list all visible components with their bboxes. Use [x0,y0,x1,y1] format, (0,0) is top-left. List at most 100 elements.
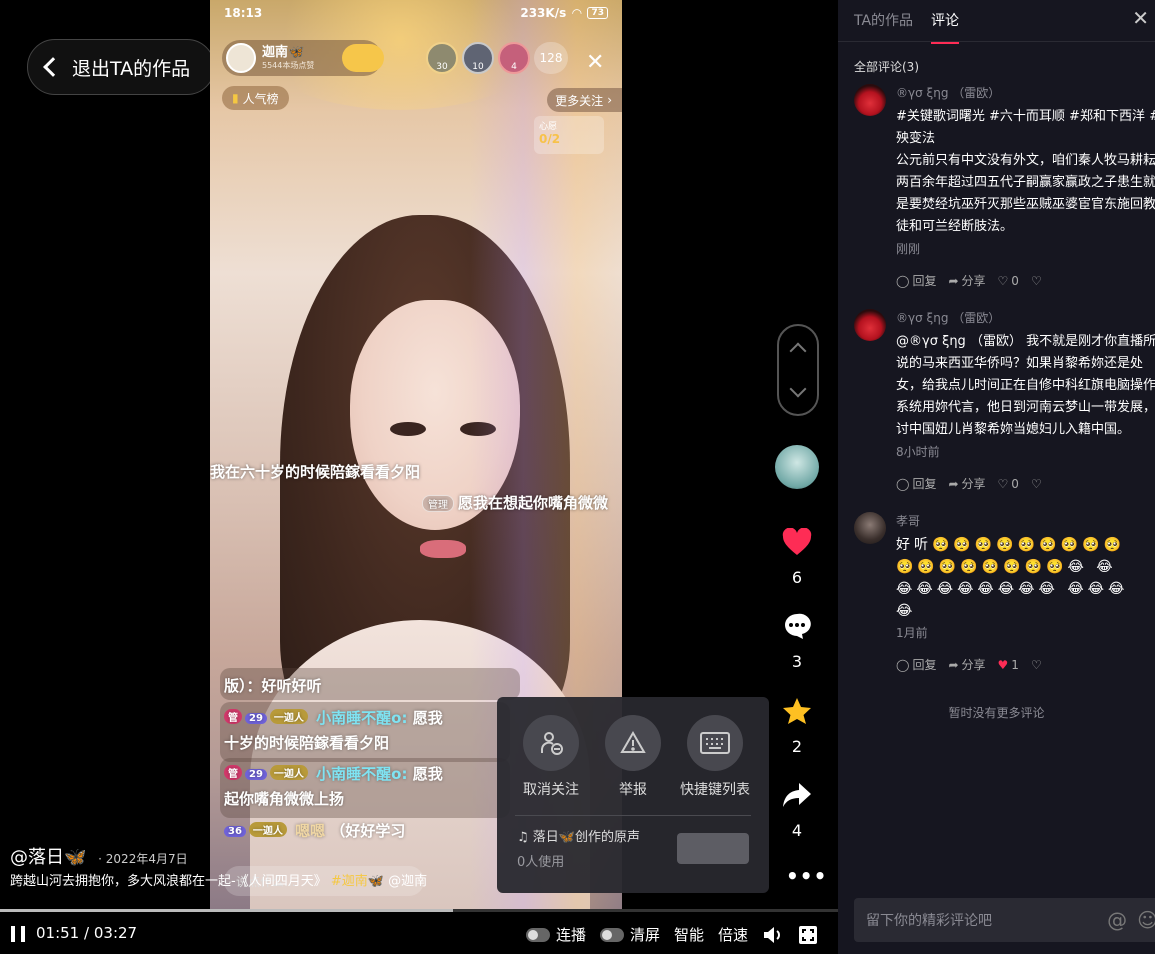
mention-link[interactable]: @迦南 [388,874,427,889]
like-button[interactable]: ♥ 1 [998,658,1019,672]
progress-bar[interactable] [0,909,838,912]
unfollow-label: 取消关注 [523,782,579,798]
share-button[interactable]: ➦ 分享 [948,475,985,492]
emoji-icon[interactable]: ☺ [1137,908,1155,932]
favorite-button[interactable]: 2 [778,697,816,756]
comment-count: 3 [791,652,803,671]
comment-panel: TA的作品 评论 ✕ 全部评论(3) ®γσ ξηg （雷欧） #关键歌词曙光 … [838,0,1155,954]
dislike-icon[interactable]: ♡ [1031,274,1042,288]
chevron-left-icon [43,57,63,77]
comment-author[interactable]: ®γσ ξηg （雷欧） [896,84,1000,101]
close-icon[interactable]: ✕ [1132,6,1149,30]
share-button[interactable]: 4 [778,781,816,840]
comment-actions: ◯ 回复 ➦ 分享 ♡ 0 ♡ [896,475,1042,492]
chevron-up-icon[interactable] [789,342,807,360]
rank-label: 人气榜 [242,91,279,106]
like-button[interactable]: 6 [778,527,816,587]
fan-badge: 一迦人 [269,765,308,780]
avatar[interactable] [854,84,886,116]
unfollow-button[interactable]: 取消关注 [523,715,579,799]
fullscreen-icon[interactable] [798,925,818,945]
dislike-icon[interactable]: ♡ [1031,477,1042,491]
chat-text: （好好学习 [330,822,406,840]
host-avatar [226,43,256,73]
comment-text: @®γσ ξηg （雷欧） 我不就是刚才你直播所 说的马来西亚华侨吗？如果肖黎希… [896,334,1155,437]
chart-icon: ▮ [232,91,239,105]
reply-button[interactable]: ◯ 回复 [896,475,936,492]
original-sound[interactable]: ♫ 落日🦋创作的原声 0人使用 [497,816,769,870]
wish-box: 心愿 0/2 [534,116,604,154]
reply-button[interactable]: ◯ 回复 [896,656,936,673]
time-current: 01:51 [36,924,80,942]
exit-works-button[interactable]: 退出TA的作品 [27,39,215,95]
star-icon [783,698,811,724]
viewer-list: 30 10 4 128 [426,42,568,74]
viewer-avatar: 10 [462,42,494,74]
volume-icon[interactable] [762,925,784,945]
toggle-switch-icon [599,927,624,942]
chat-user: 小南睡不醒o: [316,709,408,727]
speed-button[interactable]: 倍速 [718,924,748,945]
comment-text: #关键歌词曙光 #六十而耳顺 #郑和下西洋 #商 殃变法 公元前只有中文没有外文… [896,109,1155,234]
like-button[interactable]: ♡ 0 [998,477,1019,491]
description-text: 跨越山河去拥抱你，多大风浪都在一起-《人间四月天》 [10,874,327,889]
video-player: 退出TA的作品 18:13 233K/s ◠ 73 迦南🦋 5544本场点赞 3… [0,0,838,954]
clear-screen-toggle[interactable]: 清屏 [599,924,660,945]
tab-works[interactable]: TA的作品 [854,10,913,44]
chat-message: 36 一迦人 嗯嗯 （好好学习 [224,820,405,841]
author-avatar[interactable] [775,445,819,489]
viewer-count: 128 [534,42,568,74]
dislike-icon[interactable]: ♡ [1031,658,1042,672]
toggle-switch-icon [525,927,550,942]
use-sound-button[interactable] [677,832,749,864]
comment-author[interactable]: ®γσ ξηg （雷欧） [896,309,1000,326]
favorite-count: 2 [791,737,803,756]
chevron-down-icon[interactable] [789,380,807,398]
avatar[interactable] [854,512,886,544]
reply-icon: ◯ [896,273,910,288]
reply-button[interactable]: ◯ 回复 [896,272,936,289]
keyboard-icon [700,732,730,754]
comment-time: 1月前 [896,626,928,640]
comment-item: ®γσ ξηg （雷欧） @®γσ ξηg （雷欧） 我不就是刚才你直播所 说的… [854,309,1155,499]
comment-text: 好听🥺🥺🥺🥺🥺🥺🥺🥺🥺 🥺🥺🥺🥺🥺🥺🥺🥺😂 😂😂😂😂😂😂😂😂😂 😂😂😂😂 [896,537,1129,619]
warning-icon [620,731,646,753]
avatar[interactable] [854,309,886,341]
share-icon: ➦ [948,273,959,288]
share-button[interactable]: ➦ 分享 [948,272,985,289]
pause-icon[interactable] [11,926,25,942]
exit-works-label: 退出TA的作品 [72,57,191,80]
more-menu: 取消关注 举报 快捷键列表 ♫ 落日🦋创作的原声 0人使用 [497,697,769,893]
author-name[interactable]: @落日🦋 [10,847,86,868]
panel-tabs: TA的作品 评论 [854,10,960,44]
share-button[interactable]: ➦ 分享 [948,656,985,673]
level-badge: 29 [245,713,267,724]
status-speed: 233K/s [520,6,567,20]
heart-icon [782,527,812,555]
hashtag-link[interactable]: #迦南🦋 [331,874,384,889]
video-nav [777,324,819,416]
tab-comments[interactable]: 评论 [931,10,960,44]
share-icon: ➦ [948,476,959,491]
all-comments-count: 全部评论(3) [854,60,919,74]
like-count: 6 [791,568,803,587]
chat-message: 版）：好听好听 [224,677,322,695]
video-description: 跨越山河去拥抱你，多大风浪都在一起-《人间四月天》 #迦南🦋 @迦南 [10,870,427,889]
quality-button[interactable]: 智能 [674,924,704,945]
chat-message-cont: 十岁的时候陪鎵看看夕阳 [224,734,390,752]
shortcut-list-button[interactable]: 快捷键列表 [680,715,750,799]
time-total: 03:27 [93,924,138,942]
like-button[interactable]: ♡ 0 [998,274,1019,288]
phone-status-bar: 18:13 233K/s ◠ 73 [210,0,622,26]
at-icon[interactable]: @ [1107,908,1127,932]
comment-input[interactable]: 留下你的精彩评论吧 @ ☺ [854,898,1155,942]
autoplay-toggle[interactable]: 连播 [525,924,586,945]
comment-author[interactable]: 孝哥 [896,512,920,529]
close-icon: ✕ [586,50,605,75]
heart-outline-icon: ♡ [997,273,1009,288]
autoplay-label: 连播 [555,926,586,944]
report-button[interactable]: 举报 [605,715,661,799]
viewer-avatar: 30 [426,42,458,74]
comment-button[interactable]: 3 [778,612,816,671]
more-icon[interactable]: ••• [786,864,827,888]
